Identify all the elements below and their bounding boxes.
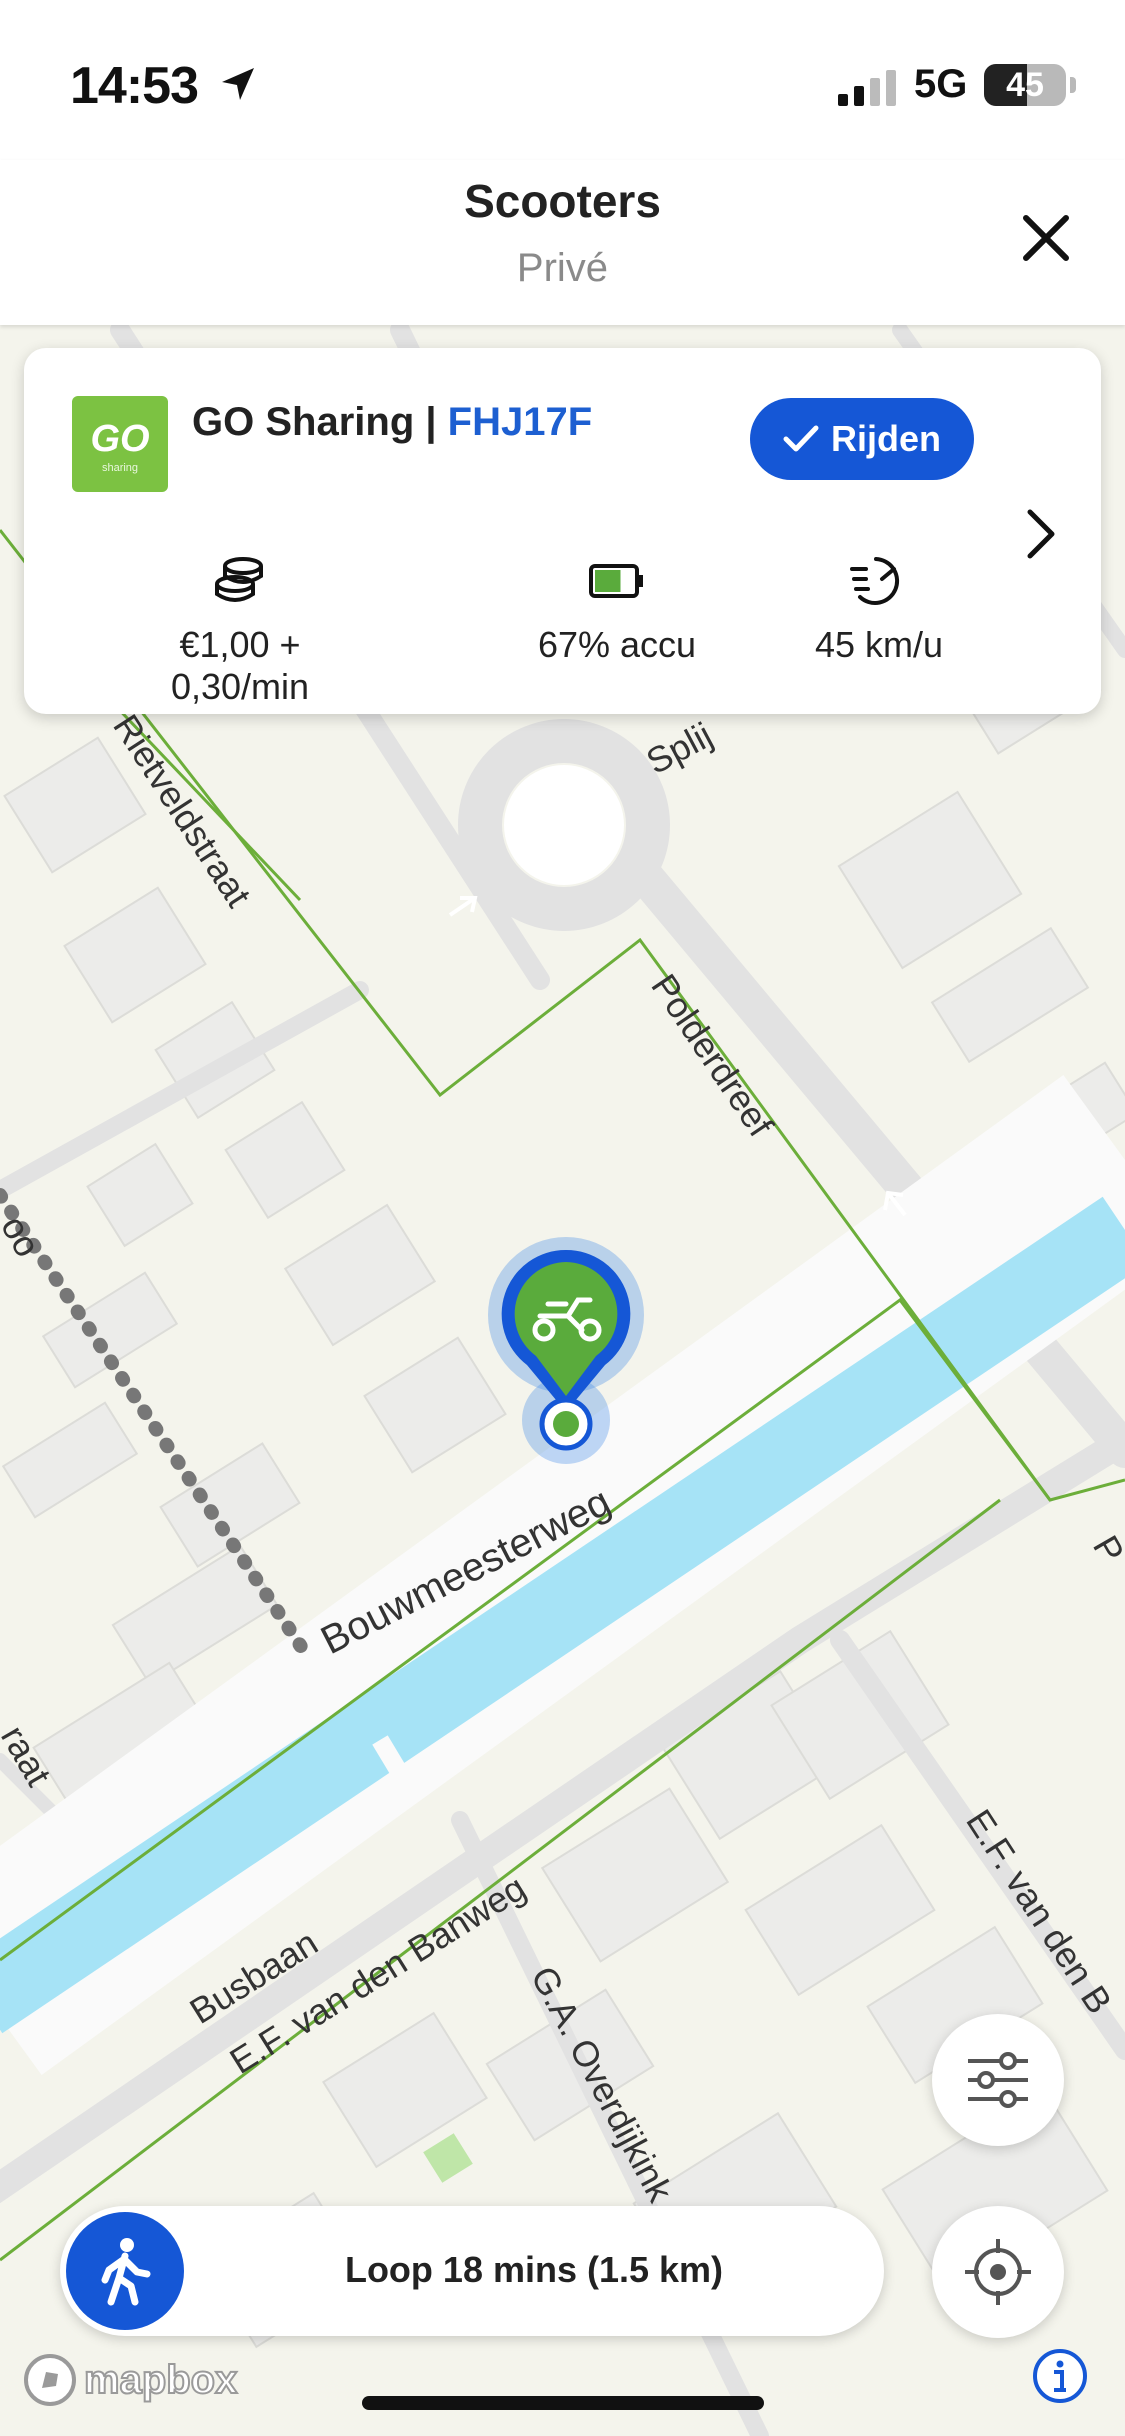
walking-route-label: Loop 18 mins (1.5 km)	[344, 2249, 724, 2290]
page-title: Scooters	[464, 175, 661, 227]
vehicle-card[interactable]: GO sharing GO Sharing | FHJ17F Rijden €1…	[24, 348, 1101, 714]
page-subtitle: Privé	[516, 246, 609, 290]
battery-tip	[1070, 77, 1076, 93]
crosshair-icon	[965, 2239, 1031, 2305]
status-time: 14:53	[70, 57, 199, 115]
walking-route-bar[interactable]: Loop 18 mins (1.5 km)	[60, 2206, 884, 2336]
locate-me-button[interactable]	[932, 2206, 1064, 2338]
sliders-icon	[968, 2052, 1028, 2108]
network-type: 5G	[914, 62, 968, 106]
speed-value: 45 km/u	[814, 624, 944, 665]
walking-person-glyph	[101, 2238, 151, 2306]
ride-button[interactable]: Rijden	[750, 398, 974, 480]
provider-separator: |	[414, 400, 448, 444]
speed-stat: 45 km/u	[764, 552, 994, 666]
mapbox-logo[interactable]: mapbox	[22, 2352, 238, 2408]
battery-level: 45	[1006, 65, 1044, 104]
location-arrow-icon	[222, 68, 254, 100]
battery-icon: 45	[984, 64, 1066, 106]
signal-icon	[838, 70, 896, 106]
ride-button-label: Rijden	[830, 418, 941, 459]
provider-name: GO Sharing	[192, 400, 415, 444]
filter-button[interactable]	[932, 2014, 1064, 2146]
logo-text: GO	[90, 418, 150, 460]
logo-subtext: sharing	[101, 462, 139, 474]
license-plate: FHJ17F	[447, 400, 593, 444]
home-indicator	[362, 2396, 764, 2410]
mapbox-icon	[24, 2354, 76, 2406]
coins-icon	[215, 557, 263, 602]
checkmark-icon	[783, 425, 819, 452]
walking-icon	[66, 2212, 184, 2330]
info-icon[interactable]	[1032, 2348, 1088, 2404]
provider-title: GO Sharing | FHJ17F	[192, 400, 592, 445]
speedometer-icon	[850, 557, 900, 605]
mapbox-wordmark: mapbox	[83, 2357, 238, 2403]
status-bar: 14:53 5G 45	[0, 0, 1125, 160]
go-sharing-logo: GO sharing	[72, 396, 168, 492]
price-stat: €1,00 + 0,30/min	[120, 552, 360, 708]
battery-stat: 67% accu	[492, 552, 742, 666]
price-value: €1,00 + 0,30/min	[170, 624, 310, 707]
nav-header: Scooters Privé	[0, 160, 1125, 325]
battery-icon	[589, 564, 643, 598]
close-icon[interactable]	[1018, 210, 1074, 266]
battery-value: 67% accu	[537, 624, 697, 665]
chevron-right-icon[interactable]	[1020, 506, 1060, 562]
